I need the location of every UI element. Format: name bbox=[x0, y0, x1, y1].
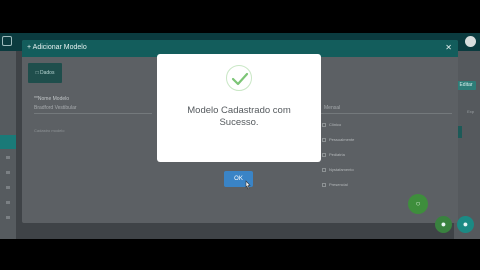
option-checkbox[interactable]: Pessoalmente bbox=[322, 137, 354, 142]
sidebar-item[interactable] bbox=[6, 186, 10, 189]
option-label: Pessoalmente bbox=[329, 137, 355, 142]
option-label: Pediatria bbox=[329, 152, 345, 157]
hand-cursor-icon bbox=[245, 180, 251, 190]
app-sidebar bbox=[0, 51, 16, 239]
user-avatar[interactable] bbox=[465, 36, 476, 47]
close-icon[interactable]: ✕ bbox=[445, 43, 452, 53]
option-label: Presencial bbox=[329, 182, 348, 187]
right-panel-label: Exp bbox=[467, 109, 474, 114]
add-fab-button[interactable]: ○ bbox=[408, 194, 428, 214]
modal-title: + Adicionar Modelo bbox=[27, 44, 87, 51]
app-logo[interactable] bbox=[2, 36, 12, 46]
checkmark-success-icon bbox=[226, 65, 252, 91]
sidebar-item[interactable] bbox=[6, 156, 10, 159]
checkbox-icon bbox=[322, 122, 326, 127]
edit-button[interactable]: Editar bbox=[456, 81, 476, 90]
periodicity-value: Mensal bbox=[324, 105, 341, 111]
help-fab-button[interactable]: ● bbox=[457, 216, 474, 233]
checkbox-icon bbox=[322, 152, 326, 157]
secondary-field-label: Cadastro modelo bbox=[34, 128, 65, 133]
checkbox-icon bbox=[322, 137, 326, 142]
tab-dados-label: Dados bbox=[39, 70, 55, 76]
checkbox-icon bbox=[322, 182, 326, 187]
alert-message-line2: Sucesso. bbox=[219, 117, 259, 128]
sidebar-item-active[interactable] bbox=[0, 135, 16, 149]
tab-dados[interactable]: □ Dados bbox=[28, 63, 62, 83]
option-label: Nystafamento bbox=[329, 167, 354, 172]
alert-message: Modelo Cadastrado com Sucesso. bbox=[157, 105, 321, 129]
sidebar-item[interactable] bbox=[6, 216, 10, 219]
sidebar-item[interactable] bbox=[6, 201, 10, 204]
chat-fab-button[interactable]: ● bbox=[435, 216, 452, 233]
success-alert: Modelo Cadastrado com Sucesso. bbox=[157, 54, 321, 162]
option-checkbox[interactable]: Presencial bbox=[322, 182, 348, 187]
model-name-input[interactable]: Bradford Vestibular bbox=[34, 103, 152, 114]
model-name-label: **Nome Modelo bbox=[34, 96, 70, 102]
periodicity-select[interactable]: Mensal bbox=[320, 103, 452, 114]
sidebar-item[interactable] bbox=[6, 171, 10, 174]
option-checkbox[interactable]: Nystafamento bbox=[322, 167, 354, 172]
option-checkbox[interactable]: Pediatria bbox=[322, 152, 345, 157]
model-name-value: Bradford Vestibular bbox=[34, 105, 77, 111]
checkbox-icon bbox=[322, 167, 326, 172]
option-checkbox[interactable]: Clínico bbox=[322, 122, 341, 127]
alert-message-line1: Modelo Cadastrado com bbox=[187, 105, 291, 116]
option-label: Clínico bbox=[329, 122, 342, 127]
